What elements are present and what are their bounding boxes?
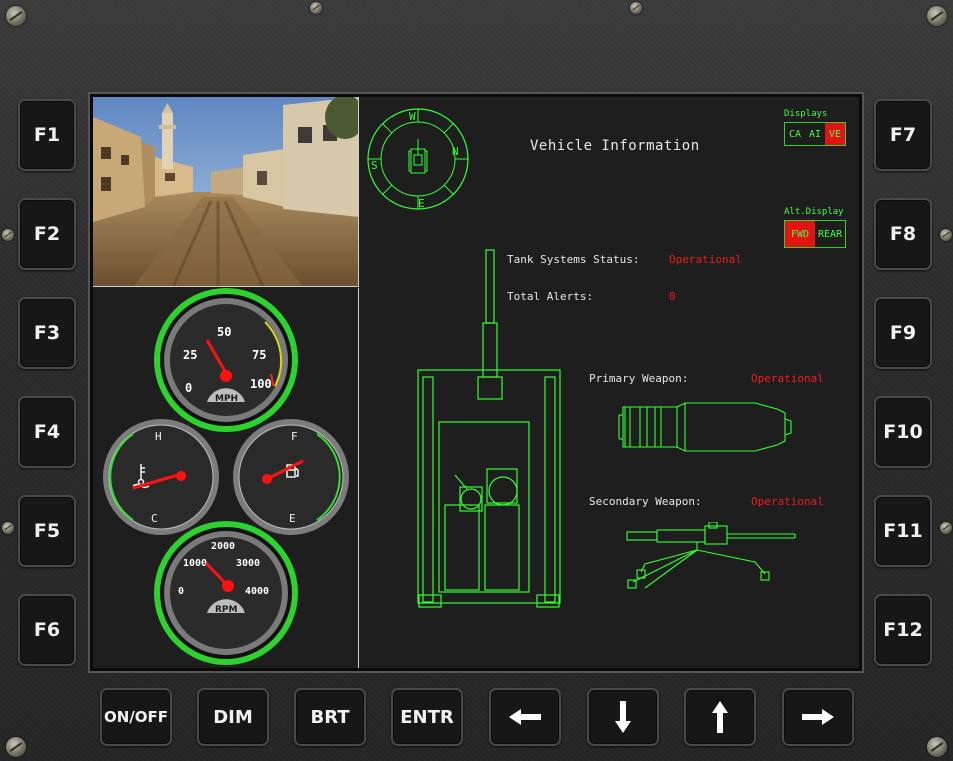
compass-label-s: S <box>371 159 378 172</box>
alt-display-selector: FWD REAR <box>784 220 846 248</box>
vehicle-info-panel: W N E S Vehicle Information Displays CA … <box>360 97 859 668</box>
tank-heading-icon <box>408 139 428 174</box>
display-option-ca[interactable]: CA <box>785 123 805 145</box>
compass-label-n: N <box>452 145 459 158</box>
speed-tick-100: 100 <box>250 377 272 391</box>
alt-display-label: Alt.Display <box>784 207 844 217</box>
screw-icon <box>940 522 952 534</box>
screw-icon <box>6 6 26 26</box>
f1-key[interactable]: F1 <box>18 99 76 171</box>
camera-feed <box>93 97 359 287</box>
down-arrow-icon <box>615 701 631 733</box>
up-arrow-icon <box>712 701 728 733</box>
screw-icon <box>2 229 14 241</box>
total-alerts-value: 0 <box>669 290 676 303</box>
f8-key[interactable]: F8 <box>874 198 932 270</box>
primary-weapon-value: Operational <box>751 372 824 385</box>
f9-key[interactable]: F9 <box>874 297 932 369</box>
alt-display-option-fwd[interactable]: FWD <box>785 221 815 247</box>
secondary-weapon-label: Secondary Weapon: <box>589 495 702 508</box>
compass-label-w: W <box>409 110 416 123</box>
rpm-unit: RPM <box>215 605 238 615</box>
f11-key[interactable]: F11 <box>874 495 932 567</box>
right-arrow-icon <box>802 709 834 725</box>
rpm-tick-4000: 4000 <box>245 586 269 597</box>
temperature-gauge: H C <box>103 419 219 535</box>
f7-key[interactable]: F7 <box>874 99 932 171</box>
rpm-tick-2000: 2000 <box>211 541 235 552</box>
left-arrow-icon <box>509 709 541 725</box>
f6-key[interactable]: F6 <box>18 594 76 666</box>
on-off-button[interactable]: ON/OFF <box>100 688 172 746</box>
alt-display-option-rear[interactable]: REAR <box>815 221 845 247</box>
screw-icon <box>940 229 952 241</box>
speed-tick-75: 75 <box>252 348 266 362</box>
page-title: Vehicle Information <box>530 138 700 154</box>
f5-key[interactable]: F5 <box>18 495 76 567</box>
brt-button[interactable]: BRT <box>294 688 366 746</box>
f2-key[interactable]: F2 <box>18 198 76 270</box>
secondary-weapon-gun-diagram <box>626 522 796 589</box>
left-arrow-button[interactable] <box>489 688 561 746</box>
display-option-ve[interactable]: VE <box>825 123 845 145</box>
fuel-gauge: F E <box>233 419 349 535</box>
camera-feed-image <box>93 97 358 286</box>
screw-icon <box>927 6 947 26</box>
speedometer: 50 25 75 0 100 MPH <box>154 288 298 432</box>
rpm-tick-1000: 1000 <box>183 558 207 569</box>
speed-tick-25: 25 <box>183 348 197 362</box>
compass: W N E S <box>367 108 469 210</box>
speed-tick-0: 0 <box>185 381 192 395</box>
primary-weapon-shell-diagram <box>618 402 792 452</box>
f3-key[interactable]: F3 <box>18 297 76 369</box>
entr-button[interactable]: ENTR <box>391 688 463 746</box>
temp-high-label: H <box>155 430 162 443</box>
speed-tick-50: 50 <box>217 325 231 339</box>
rpm-tick-3000: 3000 <box>236 558 260 569</box>
rpm-tick-0: 0 <box>178 586 184 597</box>
gauge-cluster: H C F E 50 25 75 0 100 MPH 2000 1000 300… <box>93 288 359 668</box>
down-arrow-button[interactable] <box>587 688 659 746</box>
f12-key[interactable]: F12 <box>874 594 932 666</box>
right-arrow-button[interactable] <box>782 688 854 746</box>
tank-status-value: Operational <box>669 253 742 266</box>
screw-icon <box>630 2 642 14</box>
screw-icon <box>6 737 26 757</box>
displays-label: Displays <box>784 109 828 119</box>
tank-wireframe-diagram <box>417 249 561 608</box>
up-arrow-button[interactable] <box>684 688 756 746</box>
display-option-ai[interactable]: AI <box>805 123 825 145</box>
main-screen: H C F E 50 25 75 0 100 MPH 2000 1000 300… <box>90 94 862 671</box>
displays-selector: CA AI VE <box>784 122 846 146</box>
compass-label-e: E <box>418 197 425 210</box>
secondary-weapon-value: Operational <box>751 495 824 508</box>
screw-icon <box>310 2 322 14</box>
f4-key[interactable]: F4 <box>18 396 76 468</box>
speed-unit: MPH <box>215 394 238 404</box>
fuel-low-label: E <box>289 512 296 525</box>
primary-weapon-label: Primary Weapon: <box>589 372 689 385</box>
screw-icon <box>2 522 14 534</box>
fuel-high-label: F <box>291 430 298 443</box>
dim-button[interactable]: DIM <box>197 688 269 746</box>
screw-icon <box>927 737 947 757</box>
f10-key[interactable]: F10 <box>874 396 932 468</box>
tachometer: 2000 1000 3000 0 4000 RPM <box>154 521 298 665</box>
temp-low-label: C <box>151 512 158 525</box>
